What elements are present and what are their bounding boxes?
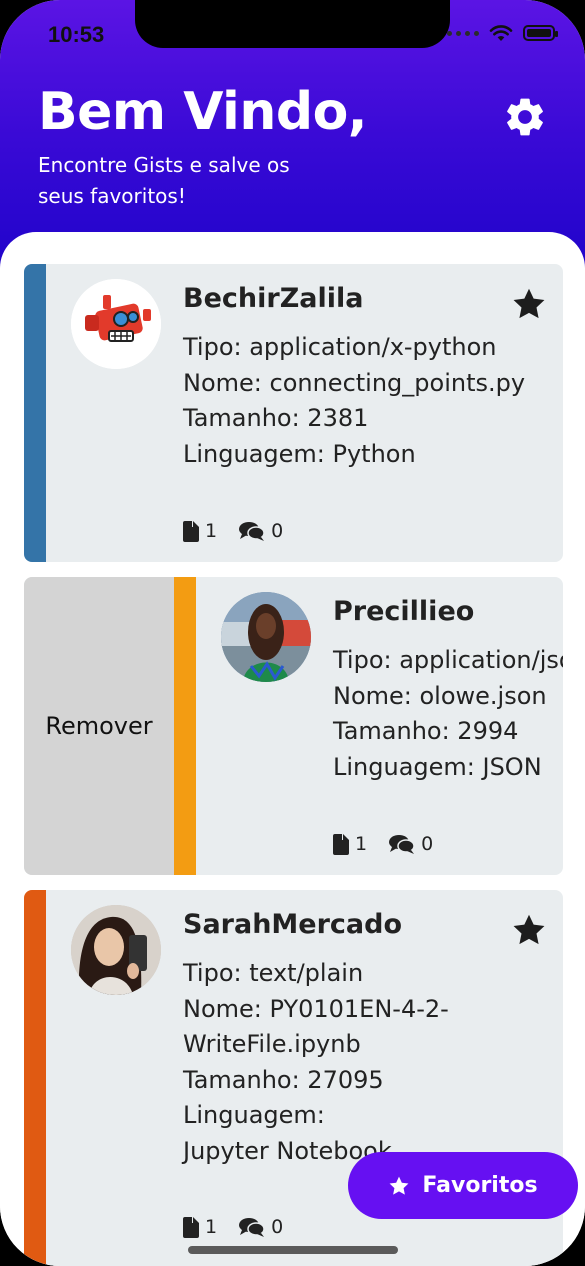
gist-card-swiped[interactable]: Remover Precillieo Tipo: application/jso…	[24, 577, 563, 875]
comments-icon	[239, 522, 265, 541]
gist-meta: 1 0	[183, 520, 305, 542]
gist-filename: Nome: PY0101EN-4-2-	[183, 994, 449, 1023]
file-icon	[183, 1216, 199, 1238]
gist-details: Tipo: application/x-python Nome: connect…	[183, 330, 525, 472]
file-icon	[183, 520, 199, 542]
comments-count: 0	[271, 1216, 284, 1238]
avatar	[221, 592, 311, 682]
page-subtitle: Encontre Gists e salve os seus favoritos…	[38, 153, 290, 208]
gist-filename: Nome: connecting_points.py	[183, 368, 526, 397]
gist-details: Tipo: application/json Nome: olowe.json …	[333, 643, 563, 785]
gist-username: SarahMercado	[183, 909, 403, 940]
comments-icon	[239, 1218, 265, 1237]
gist-type: Tipo: text/plain	[183, 959, 364, 987]
gist-size: Tamanho: 2381	[183, 404, 369, 432]
files-count: 1	[355, 833, 368, 855]
gear-icon[interactable]	[502, 94, 548, 140]
comments-count: 0	[421, 833, 434, 855]
gist-size: Tamanho: 27095	[183, 1065, 384, 1094]
card-stripe	[24, 890, 46, 1266]
gist-details: Tipo: text/plain Nome: PY0101EN-4-2- Wri…	[183, 956, 449, 1169]
signal-dots-icon	[447, 30, 479, 36]
gist-language: Linguagem: JSON	[333, 752, 542, 781]
page-title: Bem Vindo,	[38, 82, 368, 142]
notch	[135, 0, 450, 48]
gist-type: Tipo: application/x-python	[183, 333, 497, 361]
card-stripe	[24, 264, 46, 562]
star-icon[interactable]	[511, 286, 547, 322]
phone-screen: 10:53 Bem Vindo, Encontre Gists e salve …	[0, 0, 585, 1266]
gist-list[interactable]: BechirZalila Tipo: application/x-python …	[0, 232, 585, 1266]
gist-language: Linguagem:	[183, 1101, 325, 1129]
gist-filename: Nome: olowe.json	[333, 681, 547, 710]
status-icons	[447, 24, 558, 42]
files-count: 1	[205, 1216, 218, 1238]
comments-count: 0	[271, 520, 284, 542]
star-icon[interactable]	[511, 912, 547, 948]
gist-username: BechirZalila	[183, 283, 364, 314]
avatar	[71, 905, 161, 995]
gist-type: Tipo: application/json	[333, 646, 563, 674]
gist-size: Tamanho: 2994	[333, 717, 519, 745]
status-time: 10:53	[48, 22, 105, 47]
avatar	[71, 279, 161, 369]
comments-icon	[389, 835, 415, 854]
gist-card[interactable]: BechirZalila Tipo: application/x-python …	[24, 264, 563, 562]
star-icon	[389, 1176, 409, 1195]
gist-filename-cont: WriteFile.ipynb	[183, 1030, 361, 1058]
home-indicator[interactable]	[188, 1246, 398, 1254]
gist-language: Linguagem: Python	[183, 439, 416, 468]
files-count: 1	[205, 520, 218, 542]
favorites-button[interactable]: Favoritos	[348, 1152, 578, 1219]
gist-username: Precillieo	[333, 596, 475, 627]
favorites-label: Favoritos	[422, 1173, 538, 1198]
card-stripe	[174, 577, 196, 875]
gist-meta: 1 0	[183, 1216, 305, 1238]
gist-meta: 1 0	[333, 833, 455, 855]
file-icon	[333, 833, 349, 855]
battery-icon	[523, 25, 558, 41]
remove-button[interactable]: Remover	[24, 577, 174, 875]
wifi-icon	[489, 25, 513, 41]
